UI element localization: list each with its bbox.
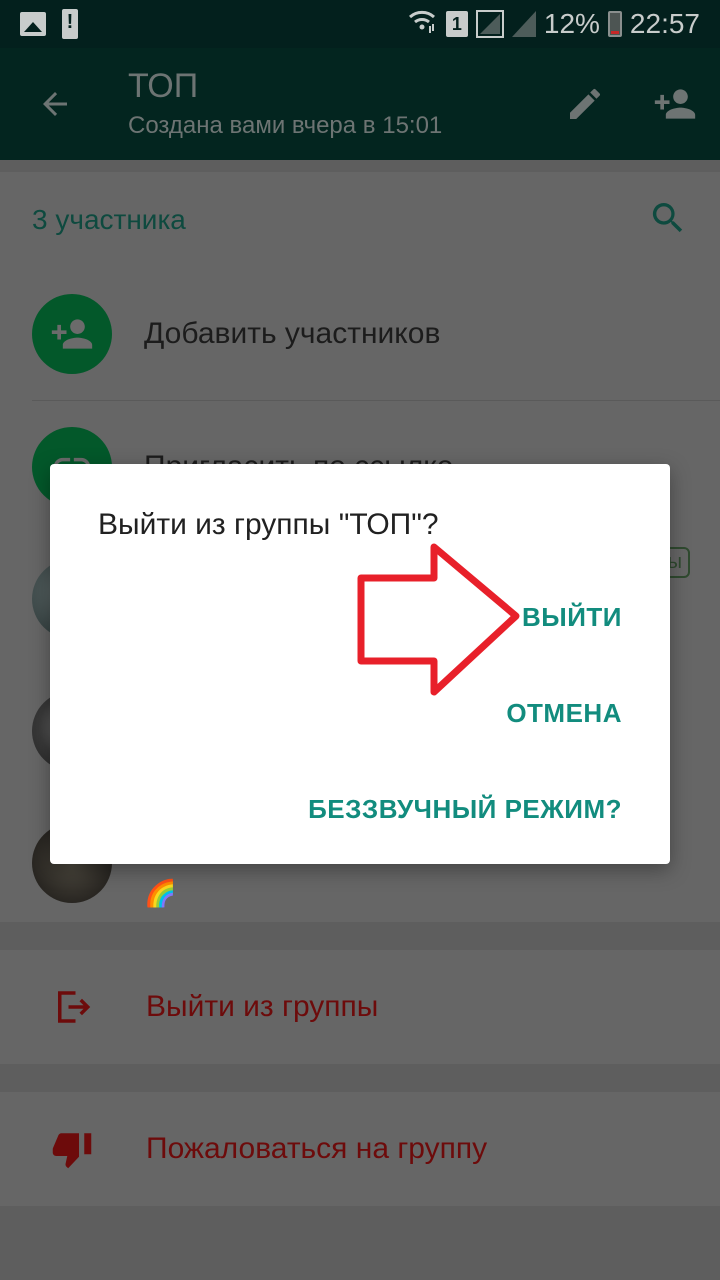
exit-group-label: Выйти из группы xyxy=(146,990,379,1023)
add-participants-avatar xyxy=(32,294,112,374)
add-participant-button[interactable] xyxy=(630,48,720,160)
exit-group-dialog: Выйти из группы "ТОП"? ВЫЙТИ ОТМЕНА БЕЗЗ… xyxy=(50,464,670,864)
signal-icon-1 xyxy=(475,10,504,38)
report-group-label: Пожаловаться на группу xyxy=(146,1132,488,1165)
wifi-icon xyxy=(408,8,438,41)
add-participants-label: Добавить участников xyxy=(144,317,441,350)
back-arrow-icon xyxy=(43,92,67,116)
battery-percent: 12% xyxy=(543,8,600,39)
alert-notification-icon xyxy=(62,9,78,39)
signal-icon-2 xyxy=(511,11,536,37)
clock: 22:57 xyxy=(629,8,700,39)
screen: 1 12% 22:57 ТОП Создана вами вчера в 15:… xyxy=(0,0,720,1280)
exit-button[interactable]: ВЫЙТИ xyxy=(522,602,622,633)
add-participants-row[interactable]: Добавить участников xyxy=(0,268,720,400)
title-block[interactable]: ТОП Создана вами вчера в 15:01 xyxy=(110,66,540,142)
add-participant-icon xyxy=(654,89,696,119)
edit-icon xyxy=(570,88,600,119)
exit-icon xyxy=(50,986,94,1028)
mute-button[interactable]: БЕЗЗВУЧНЫЙ РЕЖИМ? xyxy=(308,794,622,825)
app-bar: ТОП Создана вами вчера в 15:01 xyxy=(0,48,720,160)
status-bar: 1 12% 22:57 xyxy=(0,0,720,48)
group-subtitle: Создана вами вчера в 15:01 xyxy=(128,112,443,139)
sim-icon: 1 xyxy=(445,11,468,37)
exit-group-row[interactable]: Выйти из группы xyxy=(0,950,720,1064)
add-person-icon xyxy=(51,319,93,349)
edit-button[interactable] xyxy=(540,48,630,160)
participants-count: 3 участника xyxy=(32,204,186,235)
participants-header: 3 участника xyxy=(0,172,720,268)
dialog-message: Выйти из группы "ТОП"? xyxy=(98,508,439,541)
report-group-row[interactable]: Пожаловаться на группу xyxy=(0,1092,720,1206)
search-participants-button[interactable] xyxy=(648,198,688,243)
member-status-emoji: 🌈 xyxy=(144,877,177,908)
back-button[interactable] xyxy=(0,48,110,160)
search-icon xyxy=(652,202,683,232)
cancel-button[interactable]: ОТМЕНА xyxy=(506,698,622,729)
thumbs-down-icon xyxy=(50,1128,94,1170)
group-title: ТОП xyxy=(128,67,199,105)
image-notification-icon xyxy=(20,12,46,36)
battery-icon xyxy=(607,11,622,37)
